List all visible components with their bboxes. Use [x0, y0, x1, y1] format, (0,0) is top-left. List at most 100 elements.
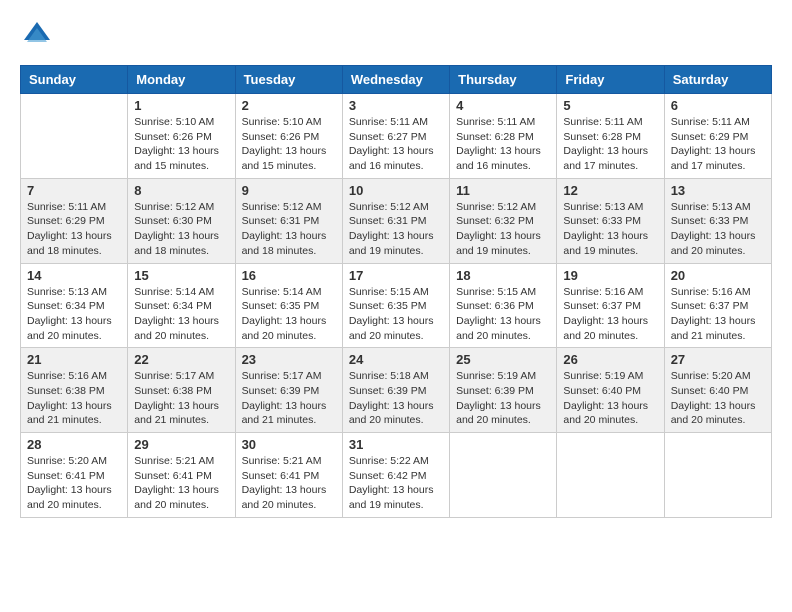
logo: [20, 20, 52, 55]
day-info: Sunrise: 5:18 AM Sunset: 6:39 PM Dayligh…: [349, 369, 443, 428]
calendar-cell: 25 Sunrise: 5:19 AM Sunset: 6:39 PM Dayli…: [450, 348, 557, 433]
calendar-table: SundayMondayTuesdayWednesdayThursdayFrid…: [20, 65, 772, 518]
calendar-cell: 2 Sunrise: 5:10 AM Sunset: 6:26 PM Daylig…: [235, 94, 342, 179]
calendar-cell: 7Sunrise: 5:11 AM Sunset: 6:29 PM Daylig…: [21, 178, 128, 263]
calendar-cell: 30 Sunrise: 5:21 AM Sunset: 6:41 PM Dayli…: [235, 433, 342, 518]
day-info: Sunrise: 5:13 AM Sunset: 6:33 PM Dayligh…: [563, 200, 657, 259]
calendar-week-row: 14Sunrise: 5:13 AM Sunset: 6:34 PM Dayli…: [21, 263, 772, 348]
day-info: Sunrise: 5:14 AM Sunset: 6:35 PM Dayligh…: [242, 285, 336, 344]
calendar-cell: 27Sunrise: 5:20 AM Sunset: 6:40 PM Dayli…: [664, 348, 771, 433]
day-number: 13: [671, 183, 765, 198]
calendar-cell: 14Sunrise: 5:13 AM Sunset: 6:34 PM Dayli…: [21, 263, 128, 348]
calendar-cell: 20 Sunrise: 5:16 AM Sunset: 6:37 PM Dayli…: [664, 263, 771, 348]
day-info: Sunrise: 5:16 AM Sunset: 6:38 PM Dayligh…: [27, 369, 121, 428]
calendar-cell: 4 Sunrise: 5:11 AM Sunset: 6:28 PM Daylig…: [450, 94, 557, 179]
day-info: Sunrise: 5:10 AM Sunset: 6:26 PM Dayligh…: [134, 115, 228, 174]
calendar-header-wednesday: Wednesday: [342, 66, 449, 94]
day-info: Sunrise: 5:21 AM Sunset: 6:41 PM Dayligh…: [242, 454, 336, 513]
day-number: 30: [242, 437, 336, 452]
day-number: 24: [349, 352, 443, 367]
calendar-cell: 26 Sunrise: 5:19 AM Sunset: 6:40 PM Dayli…: [557, 348, 664, 433]
day-number: 14: [27, 268, 121, 283]
day-number: 25: [456, 352, 550, 367]
day-info: Sunrise: 5:12 AM Sunset: 6:31 PM Dayligh…: [242, 200, 336, 259]
day-info: Sunrise: 5:12 AM Sunset: 6:31 PM Dayligh…: [349, 200, 443, 259]
day-info: Sunrise: 5:19 AM Sunset: 6:39 PM Dayligh…: [456, 369, 550, 428]
day-number: 28: [27, 437, 121, 452]
day-info: Sunrise: 5:11 AM Sunset: 6:28 PM Dayligh…: [563, 115, 657, 174]
calendar-cell: 10 Sunrise: 5:12 AM Sunset: 6:31 PM Dayli…: [342, 178, 449, 263]
day-info: Sunrise: 5:11 AM Sunset: 6:28 PM Dayligh…: [456, 115, 550, 174]
day-number: 10: [349, 183, 443, 198]
day-info: Sunrise: 5:21 AM Sunset: 6:41 PM Dayligh…: [134, 454, 228, 513]
day-number: 27: [671, 352, 765, 367]
logo-icon: [22, 20, 52, 50]
day-number: 12: [563, 183, 657, 198]
day-number: 4: [456, 98, 550, 113]
day-number: 26: [563, 352, 657, 367]
calendar-week-row: 28 Sunrise: 5:20 AM Sunset: 6:41 PM Dayli…: [21, 433, 772, 518]
day-number: 2: [242, 98, 336, 113]
day-info: Sunrise: 5:19 AM Sunset: 6:40 PM Dayligh…: [563, 369, 657, 428]
calendar-cell: 1Sunrise: 5:10 AM Sunset: 6:26 PM Daylig…: [128, 94, 235, 179]
calendar-cell: 8Sunrise: 5:12 AM Sunset: 6:30 PM Daylig…: [128, 178, 235, 263]
day-info: Sunrise: 5:14 AM Sunset: 6:34 PM Dayligh…: [134, 285, 228, 344]
calendar-cell: 21 Sunrise: 5:16 AM Sunset: 6:38 PM Dayli…: [21, 348, 128, 433]
day-info: Sunrise: 5:11 AM Sunset: 6:29 PM Dayligh…: [671, 115, 765, 174]
calendar-cell: 28 Sunrise: 5:20 AM Sunset: 6:41 PM Dayli…: [21, 433, 128, 518]
calendar-cell: 12 Sunrise: 5:13 AM Sunset: 6:33 PM Dayli…: [557, 178, 664, 263]
day-number: 9: [242, 183, 336, 198]
day-info: Sunrise: 5:17 AM Sunset: 6:38 PM Dayligh…: [134, 369, 228, 428]
calendar-cell: 9 Sunrise: 5:12 AM Sunset: 6:31 PM Daylig…: [235, 178, 342, 263]
calendar-cell: [557, 433, 664, 518]
day-number: 3: [349, 98, 443, 113]
day-info: Sunrise: 5:15 AM Sunset: 6:36 PM Dayligh…: [456, 285, 550, 344]
calendar-cell: 29 Sunrise: 5:21 AM Sunset: 6:41 PM Dayli…: [128, 433, 235, 518]
calendar-cell: 5 Sunrise: 5:11 AM Sunset: 6:28 PM Daylig…: [557, 94, 664, 179]
calendar-cell: 18 Sunrise: 5:15 AM Sunset: 6:36 PM Dayli…: [450, 263, 557, 348]
calendar-cell: 19 Sunrise: 5:16 AM Sunset: 6:37 PM Dayli…: [557, 263, 664, 348]
calendar-header-saturday: Saturday: [664, 66, 771, 94]
day-info: Sunrise: 5:11 AM Sunset: 6:27 PM Dayligh…: [349, 115, 443, 174]
calendar-header-friday: Friday: [557, 66, 664, 94]
calendar-cell: 11 Sunrise: 5:12 AM Sunset: 6:32 PM Dayli…: [450, 178, 557, 263]
day-info: Sunrise: 5:16 AM Sunset: 6:37 PM Dayligh…: [671, 285, 765, 344]
day-number: 31: [349, 437, 443, 452]
day-number: 5: [563, 98, 657, 113]
day-number: 6: [671, 98, 765, 113]
day-info: Sunrise: 5:16 AM Sunset: 6:37 PM Dayligh…: [563, 285, 657, 344]
calendar-cell: 23 Sunrise: 5:17 AM Sunset: 6:39 PM Dayli…: [235, 348, 342, 433]
day-info: Sunrise: 5:15 AM Sunset: 6:35 PM Dayligh…: [349, 285, 443, 344]
day-info: Sunrise: 5:12 AM Sunset: 6:32 PM Dayligh…: [456, 200, 550, 259]
day-number: 29: [134, 437, 228, 452]
day-info: Sunrise: 5:11 AM Sunset: 6:29 PM Dayligh…: [27, 200, 121, 259]
day-number: 20: [671, 268, 765, 283]
calendar-header-tuesday: Tuesday: [235, 66, 342, 94]
calendar-cell: 3 Sunrise: 5:11 AM Sunset: 6:27 PM Daylig…: [342, 94, 449, 179]
calendar-cell: [21, 94, 128, 179]
calendar-cell: 13 Sunrise: 5:13 AM Sunset: 6:33 PM Dayli…: [664, 178, 771, 263]
calendar-cell: 22 Sunrise: 5:17 AM Sunset: 6:38 PM Dayli…: [128, 348, 235, 433]
day-number: 18: [456, 268, 550, 283]
day-info: Sunrise: 5:10 AM Sunset: 6:26 PM Dayligh…: [242, 115, 336, 174]
day-number: 17: [349, 268, 443, 283]
day-number: 8: [134, 183, 228, 198]
day-number: 22: [134, 352, 228, 367]
calendar-header-row: SundayMondayTuesdayWednesdayThursdayFrid…: [21, 66, 772, 94]
day-number: 21: [27, 352, 121, 367]
day-number: 19: [563, 268, 657, 283]
day-number: 15: [134, 268, 228, 283]
day-info: Sunrise: 5:17 AM Sunset: 6:39 PM Dayligh…: [242, 369, 336, 428]
calendar-week-row: 21 Sunrise: 5:16 AM Sunset: 6:38 PM Dayli…: [21, 348, 772, 433]
day-info: Sunrise: 5:13 AM Sunset: 6:33 PM Dayligh…: [671, 200, 765, 259]
calendar-cell: [450, 433, 557, 518]
day-info: Sunrise: 5:20 AM Sunset: 6:41 PM Dayligh…: [27, 454, 121, 513]
day-number: 11: [456, 183, 550, 198]
day-number: 23: [242, 352, 336, 367]
day-number: 16: [242, 268, 336, 283]
calendar-cell: 31Sunrise: 5:22 AM Sunset: 6:42 PM Dayli…: [342, 433, 449, 518]
page-header: [20, 20, 772, 55]
calendar-cell: 6 Sunrise: 5:11 AM Sunset: 6:29 PM Daylig…: [664, 94, 771, 179]
calendar-cell: 15 Sunrise: 5:14 AM Sunset: 6:34 PM Dayli…: [128, 263, 235, 348]
calendar-cell: 17 Sunrise: 5:15 AM Sunset: 6:35 PM Dayli…: [342, 263, 449, 348]
